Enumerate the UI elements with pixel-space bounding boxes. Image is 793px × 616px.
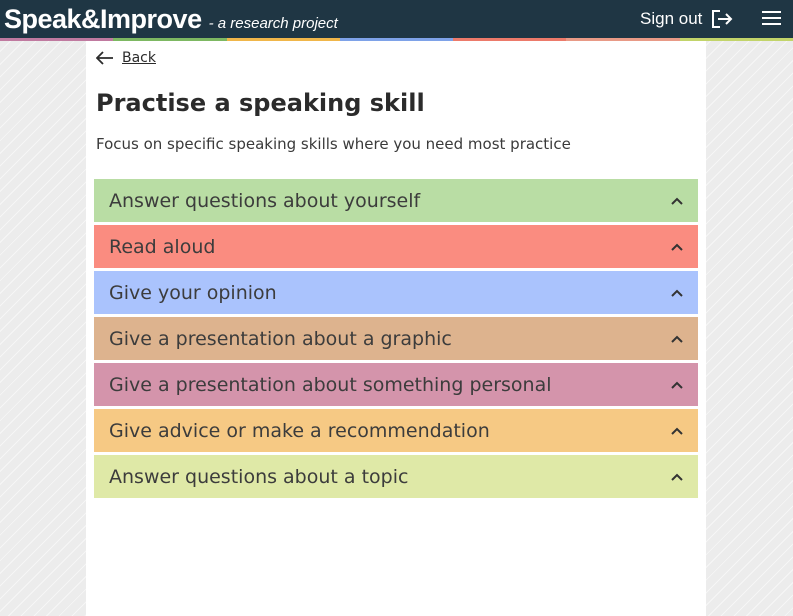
brand[interactable]: Speak&Improve - a research project bbox=[4, 2, 338, 36]
main-panel: Back Practise a speaking skill Focus on … bbox=[86, 41, 706, 616]
skill-label: Give advice or make a recommendation bbox=[109, 419, 490, 442]
chevron-up-icon bbox=[671, 427, 683, 435]
skill-label: Answer questions about yourself bbox=[109, 189, 421, 212]
skill-accordion-item[interactable]: Give a presentation about something pers… bbox=[94, 363, 698, 406]
back-link[interactable]: Back bbox=[96, 50, 156, 66]
skill-accordion-item[interactable]: Give a presentation about a graphic bbox=[94, 317, 698, 360]
top-bar: Speak&Improve - a research project Sign … bbox=[0, 0, 793, 38]
chevron-up-icon bbox=[671, 335, 683, 343]
back-label: Back bbox=[122, 50, 156, 66]
sign-out-button[interactable]: Sign out bbox=[640, 0, 733, 38]
skill-label: Give a presentation about a graphic bbox=[109, 327, 452, 350]
arrow-left-icon bbox=[96, 51, 113, 65]
sign-out-icon bbox=[712, 10, 733, 28]
skill-label: Read aloud bbox=[109, 235, 216, 258]
chevron-up-icon bbox=[671, 381, 683, 389]
hamburger-menu-icon[interactable] bbox=[760, 7, 784, 31]
chevron-up-icon bbox=[671, 197, 683, 205]
skill-accordion-item[interactable]: Answer questions about a topic bbox=[94, 455, 698, 498]
chevron-up-icon bbox=[671, 243, 683, 251]
brand-logo-text: Speak&Improve bbox=[4, 4, 202, 34]
skill-accordion-item[interactable]: Give advice or make a recommendation bbox=[94, 409, 698, 452]
skill-label: Give a presentation about something pers… bbox=[109, 373, 552, 396]
brand-tagline: - a research project bbox=[208, 15, 338, 32]
skill-accordion-item[interactable]: Answer questions about yourself bbox=[94, 179, 698, 222]
skill-accordion-item[interactable]: Read aloud bbox=[94, 225, 698, 268]
skill-label: Give your opinion bbox=[109, 281, 277, 304]
skill-accordion-item[interactable]: Give your opinion bbox=[94, 271, 698, 314]
chevron-up-icon bbox=[671, 289, 683, 297]
page-subtitle: Focus on specific speaking skills where … bbox=[96, 135, 571, 153]
skill-label: Answer questions about a topic bbox=[109, 465, 409, 488]
page-title: Practise a speaking skill bbox=[96, 89, 425, 117]
sign-out-label: Sign out bbox=[640, 9, 703, 28]
chevron-up-icon bbox=[671, 473, 683, 481]
